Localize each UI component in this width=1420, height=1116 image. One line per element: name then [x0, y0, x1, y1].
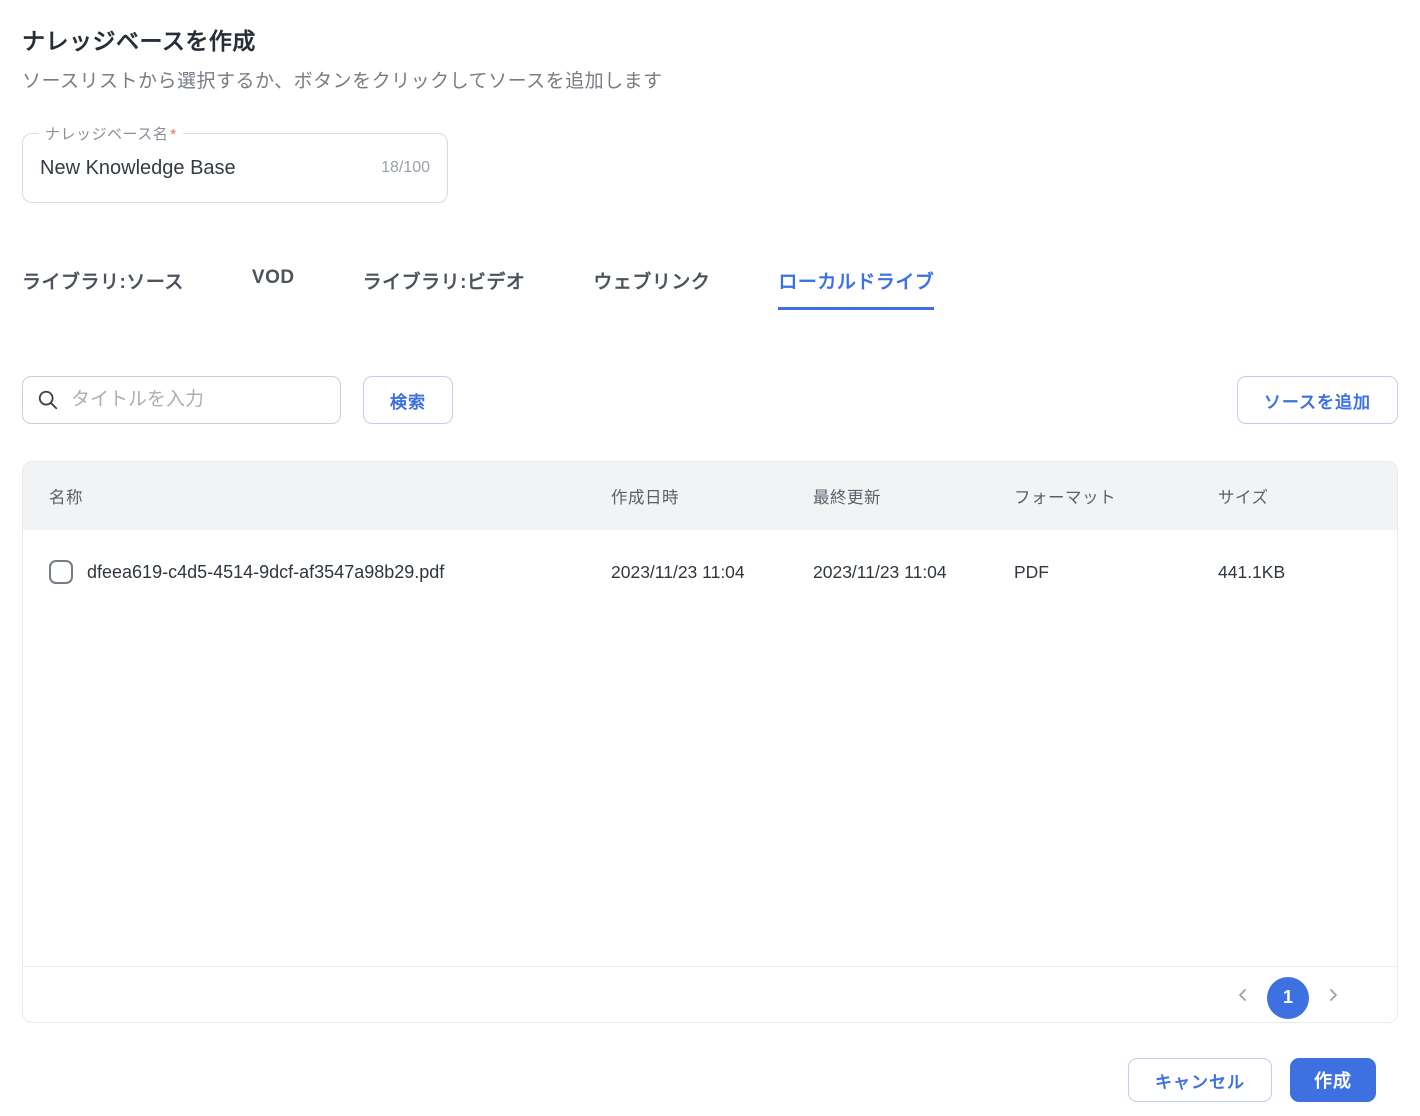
- column-header-created: 作成日時: [611, 489, 679, 507]
- search-input[interactable]: [71, 389, 326, 411]
- tab-library-video[interactable]: ライブラリ:ビデオ: [363, 267, 526, 310]
- column-header-size: サイズ: [1218, 489, 1269, 507]
- page-title: ナレッジベースを作成: [22, 28, 256, 54]
- page-subtitle: ソースリストから選択するか、ボタンをクリックしてソースを追加します: [22, 71, 663, 92]
- tab-web-link[interactable]: ウェブリンク: [593, 267, 710, 310]
- row-checkbox[interactable]: [49, 560, 73, 584]
- dialog-actions: キャンセル 作成: [22, 1058, 1398, 1102]
- size-cell: 441.1KB: [1218, 561, 1286, 582]
- column-header-format: フォーマット: [1014, 489, 1116, 507]
- format-cell: PDF: [1014, 561, 1049, 582]
- char-counter: 18/100: [381, 159, 430, 176]
- tab-local-drive[interactable]: ローカルドライブ: [778, 267, 935, 310]
- pagination-page-1[interactable]: 1: [1267, 976, 1309, 1019]
- updated-at-cell: 2023/11/23 11:04: [813, 561, 947, 582]
- created-at-cell: 2023/11/23 11:04: [611, 561, 745, 582]
- column-header-updated: 最終更新: [813, 489, 881, 507]
- column-header-name: 名称: [49, 489, 83, 507]
- source-tabs: ライブラリ:ソース VOD ライブラリ:ビデオ ウェブリンク ローカルドライブ: [22, 267, 1398, 310]
- table-header-row: 名称 作成日時 最終更新 フォーマット サイズ: [23, 462, 1397, 530]
- tab-vod[interactable]: VOD: [252, 267, 295, 310]
- knowledge-base-name-label: ナレッジベース名 *: [39, 123, 183, 144]
- required-asterisk: *: [170, 126, 177, 143]
- pagination-prev-button[interactable]: [1235, 987, 1251, 1003]
- search-icon: [37, 389, 59, 411]
- table-row[interactable]: dfeea619-c4d5-4514-9dcf-af3547a98b29.pdf…: [23, 530, 1397, 614]
- add-source-button[interactable]: ソースを追加: [1236, 376, 1398, 424]
- table-empty-space: [23, 614, 1397, 966]
- cancel-button[interactable]: キャンセル: [1128, 1058, 1272, 1102]
- create-button[interactable]: 作成: [1290, 1058, 1376, 1102]
- pagination: 1: [23, 966, 1397, 1022]
- toolbar: 検索 ソースを追加: [22, 376, 1398, 424]
- knowledge-base-name-field: ナレッジベース名* 18/100: [22, 123, 448, 203]
- knowledge-base-name-input[interactable]: [40, 156, 370, 180]
- chevron-left-icon: [1235, 987, 1251, 1003]
- tab-library-source[interactable]: ライブラリ:ソース: [22, 267, 184, 310]
- search-box: [22, 376, 341, 424]
- sources-table: 名称 作成日時 最終更新 フォーマット サイズ dfeea619-c4d5-45…: [22, 461, 1398, 1023]
- file-name: dfeea619-c4d5-4514-9dcf-af3547a98b29.pdf: [87, 561, 445, 582]
- chevron-right-icon: [1325, 987, 1341, 1003]
- search-button[interactable]: 検索: [363, 376, 453, 424]
- create-knowledge-base-panel: ナレッジベースを作成 ソースリストから選択するか、ボタンをクリックしてソースを追…: [0, 0, 1420, 1102]
- pagination-next-button[interactable]: [1325, 987, 1341, 1003]
